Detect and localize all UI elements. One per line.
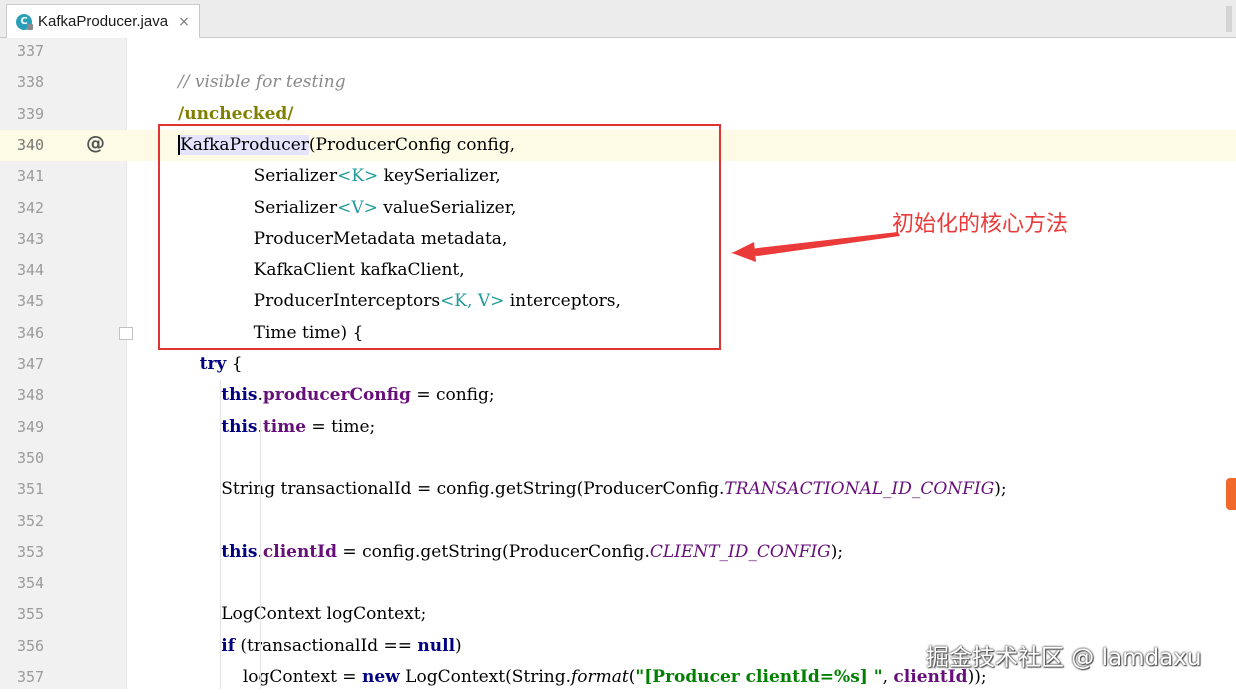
code-token: ); <box>830 541 844 562</box>
indent-guide <box>260 420 261 689</box>
line-number[interactable]: 357 <box>17 662 65 693</box>
annotation-text: 初始化的核心方法 <box>892 212 1069 237</box>
scrollbar-marker[interactable] <box>1226 6 1232 32</box>
line-number[interactable]: 344 <box>17 255 65 286</box>
code-token: ); <box>994 479 1007 500</box>
override-marker-icon[interactable]: @ <box>86 132 105 154</box>
code-token: = config; <box>410 385 495 406</box>
line-number[interactable]: 350 <box>17 443 65 474</box>
code-token: LogContext(String. <box>399 667 572 687</box>
code-token: producerConfig <box>262 385 411 406</box>
code-token: "[Producer clientId=%s] " <box>635 667 883 687</box>
watermark: 掘金技术社区 @ lamdaxu <box>926 645 1202 671</box>
fold-marker-icon[interactable] <box>119 326 133 340</box>
code-token: // visible for testing <box>178 72 346 93</box>
java-class-icon: C <box>16 13 33 30</box>
line-number[interactable]: 342 <box>17 193 65 224</box>
line-number[interactable]: 347 <box>17 349 65 380</box>
line-number[interactable]: 351 <box>17 474 65 505</box>
code-token: format <box>571 667 629 687</box>
line-number[interactable]: 348 <box>17 380 65 411</box>
code-token: this <box>221 416 258 437</box>
side-badge-icon[interactable] <box>1226 478 1236 510</box>
code-line[interactable]: this.producerConfig = config; <box>178 380 495 411</box>
code-token: logContext = <box>178 667 362 687</box>
line-number[interactable]: 341 <box>17 161 65 192</box>
close-tab-icon[interactable]: × <box>178 14 190 30</box>
code-token: time <box>262 416 307 437</box>
tab-kafkaproducer-java[interactable]: C KafkaProducer.java × <box>6 4 200 38</box>
line-number[interactable]: 338 <box>17 67 65 98</box>
line-number[interactable]: 345 <box>17 286 65 317</box>
code-line[interactable]: String transactionalId = config.getStrin… <box>178 474 1007 505</box>
line-number[interactable]: 354 <box>17 568 65 599</box>
lock-icon <box>27 23 33 30</box>
code-token: clientId <box>262 541 338 562</box>
annotation-arrow-icon <box>730 232 900 262</box>
code-token: TRANSACTIONAL_ID_CONFIG <box>724 479 995 500</box>
code-line[interactable]: LogContext logContext; <box>178 599 426 630</box>
line-number[interactable]: 349 <box>17 412 65 443</box>
code-token: CLIENT_ID_CONFIG <box>649 541 831 562</box>
code-line[interactable]: this.time = time; <box>178 412 375 443</box>
code-token: = config.getString(ProducerConfig. <box>337 541 650 562</box>
editor-tab-bar: C KafkaProducer.java × <box>0 0 1236 38</box>
tab-label: KafkaProducer.java <box>38 13 169 30</box>
code-token: this <box>221 385 258 406</box>
code-token: null <box>417 635 456 656</box>
highlight-box <box>158 124 721 350</box>
code-token: = time; <box>306 416 376 437</box>
code-token: try <box>199 354 227 374</box>
line-number[interactable]: 355 <box>17 599 65 630</box>
line-number[interactable]: 337 <box>17 36 65 67</box>
code-token: new <box>361 667 400 687</box>
code-line[interactable]: // visible for testing <box>178 67 346 98</box>
indent-guide <box>220 380 221 689</box>
line-number[interactable]: 339 <box>17 99 65 130</box>
code-token: (transactionalId == <box>235 635 418 656</box>
code-token: ) <box>455 635 462 656</box>
line-number[interactable]: 353 <box>17 537 65 568</box>
code-token: /unchecked/ <box>178 103 294 124</box>
code-token: { <box>226 354 243 374</box>
code-token: LogContext logContext; <box>178 604 427 625</box>
code-line[interactable]: logContext = new LogContext(String.forma… <box>178 662 987 693</box>
code-line[interactable]: try { <box>178 349 243 380</box>
line-number[interactable]: 346 <box>17 318 65 349</box>
code-line[interactable]: this.clientId = config.getString(Produce… <box>178 537 843 568</box>
line-number[interactable]: 343 <box>17 224 65 255</box>
line-number[interactable]: 352 <box>17 506 65 537</box>
code-token: this <box>221 541 258 562</box>
line-number[interactable]: 356 <box>17 631 65 662</box>
code-token: if <box>221 635 236 656</box>
code-token: , <box>882 667 894 687</box>
line-number[interactable]: 340 <box>17 130 65 161</box>
